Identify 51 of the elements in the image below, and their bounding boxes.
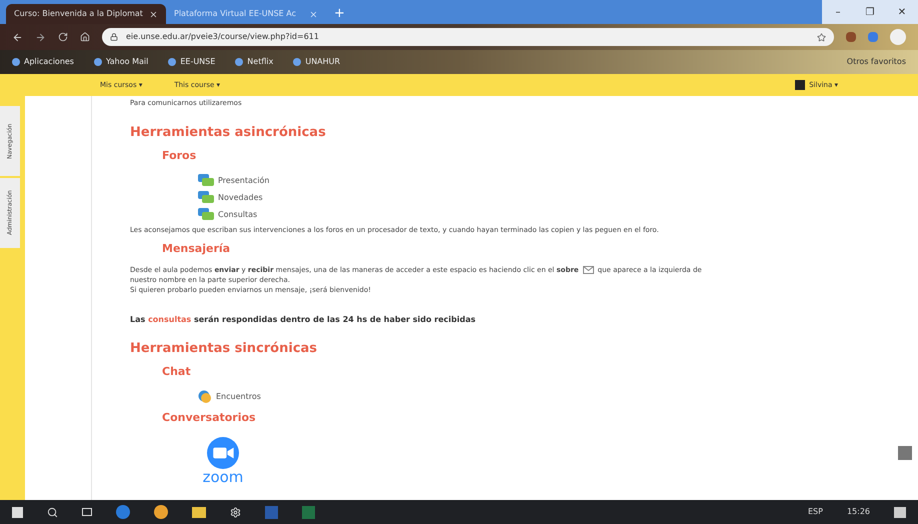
- language-indicator[interactable]: ESP: [808, 506, 823, 518]
- notice-text: Las consultas serán respondidas dentro de las 24 hs de haber sido recibidas: [130, 314, 477, 324]
- bookmark-folder[interactable]: Otros favoritos: [846, 56, 906, 68]
- settings-icon[interactable]: [230, 506, 241, 518]
- search-icon[interactable]: [47, 506, 58, 518]
- bookmark[interactable]: Yahoo Mail: [94, 56, 148, 68]
- window-control[interactable]: ✕: [886, 0, 918, 24]
- subsection-heading: Foros: [162, 148, 198, 164]
- browser-icon[interactable]: [154, 505, 168, 519]
- clock[interactable]: 15:26: [846, 506, 870, 518]
- close-tab-icon: [309, 10, 318, 18]
- bookmark[interactable]: EE-UNSE: [168, 56, 216, 68]
- home-icon[interactable]: [80, 32, 90, 42]
- extension-icon[interactable]: [846, 32, 856, 42]
- browser-tab[interactable]: Curso: Bienvenida a la Diplomat: [6, 4, 166, 24]
- forum-icon: [198, 174, 214, 188]
- start-icon[interactable]: [12, 506, 23, 518]
- reload-icon[interactable]: [58, 32, 68, 42]
- close-tab-icon: [149, 10, 158, 18]
- window-control[interactable]: –: [822, 0, 854, 24]
- activity-link[interactable]: Novedades: [198, 190, 792, 204]
- new-tab-button[interactable]: +: [326, 4, 353, 24]
- video-camera-icon: [207, 437, 239, 469]
- envelope-icon: [582, 266, 594, 274]
- subsection-heading: Chat: [162, 364, 192, 380]
- back-icon[interactable]: [12, 32, 23, 42]
- forward-icon[interactable]: [35, 32, 46, 42]
- window-control[interactable]: ❐: [854, 0, 886, 24]
- section-heading: Herramientas asincrónicas: [130, 124, 327, 142]
- subsection-heading: Conversatorios: [162, 410, 257, 426]
- activity-link[interactable]: Presentación: [198, 174, 792, 188]
- folder-icon[interactable]: [192, 506, 206, 518]
- bookmark[interactable]: Aplicaciones: [12, 56, 74, 68]
- activity-link[interactable]: Encuentros: [198, 390, 792, 404]
- subsection-heading: Mensajería: [162, 241, 232, 257]
- bookmark[interactable]: Netflix: [235, 56, 274, 68]
- spreadsheet-icon[interactable]: [302, 506, 315, 518]
- address-bar[interactable]: eie.unse.edu.ar/pveie3/course/view.php?id=611: [102, 28, 834, 46]
- task-view-icon[interactable]: [82, 508, 92, 516]
- document-icon[interactable]: [265, 506, 278, 518]
- forum-icon: [198, 208, 214, 222]
- star-icon: [817, 32, 826, 42]
- notification-icon[interactable]: [894, 506, 906, 518]
- chat-icon: [198, 390, 212, 404]
- bookmark[interactable]: UNAHUR: [293, 56, 340, 68]
- forum-icon: [198, 190, 214, 204]
- browser-icon[interactable]: [116, 505, 130, 519]
- section-heading: Herramientas sincrónicas: [130, 340, 318, 358]
- logo-text: zoom: [202, 469, 244, 485]
- lock-icon: [110, 33, 118, 41]
- activity-link[interactable]: Consultas: [198, 208, 792, 222]
